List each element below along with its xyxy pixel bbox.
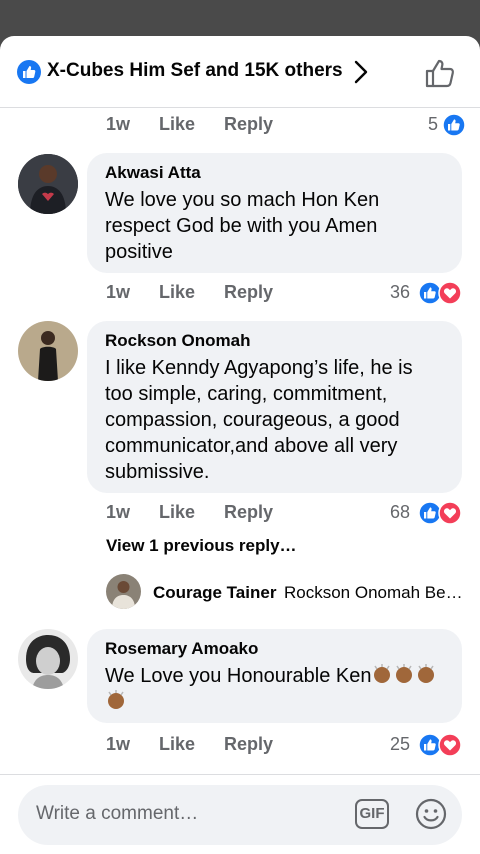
comment-bubble: Rockson Onomah I like Kenndy Agyapong’s …: [87, 321, 462, 493]
reaction-count[interactable]: 68: [390, 502, 410, 523]
reaction-count[interactable]: 25: [390, 734, 410, 755]
like-button[interactable]: Like: [159, 734, 195, 755]
comment-bubble: Akwasi Atta We love you so mach Hon Ken …: [87, 153, 462, 273]
comment-actions: 1w Like Reply 25: [106, 733, 466, 758]
chevron-right-icon[interactable]: [352, 58, 370, 86]
clapping-hands-emoji: [396, 664, 413, 683]
reply-button[interactable]: Reply: [224, 282, 273, 303]
love-reaction-icon: [438, 501, 462, 525]
gif-button[interactable]: GIF: [355, 799, 389, 829]
reply-text: Rockson Onomah Be…: [284, 583, 463, 602]
like-badge-icon: [17, 60, 41, 84]
avatar-image: [18, 629, 78, 689]
comment-time: 1w: [106, 282, 131, 302]
commenter-name[interactable]: Akwasi Atta: [105, 163, 444, 183]
avatar-image: [106, 574, 141, 609]
comments-sheet: X-Cubes Him Sef and 15K others 1w Like R…: [0, 36, 480, 854]
reactions-summary[interactable]: X-Cubes Him Sef and 15K others: [47, 60, 343, 82]
reply-button[interactable]: Reply: [224, 502, 273, 523]
avatar[interactable]: [106, 574, 141, 609]
comment-input[interactable]: Write a comment… GIF: [18, 785, 462, 845]
comment-bubble: Rosemary Amoako We Love you Honourable K…: [87, 629, 462, 723]
clapping-hands-emoji: [418, 664, 435, 683]
clapping-hands-emoji: [108, 690, 124, 709]
avatar-image: [18, 321, 78, 381]
avatar-image: [18, 154, 78, 214]
comment-input-placeholder[interactable]: Write a comment…: [36, 803, 198, 825]
comment-text: I like Kenndy Agyapong’s life, he is too…: [105, 357, 413, 483]
comment-time: 1w: [106, 114, 131, 134]
reply-author-name[interactable]: Courage Tainer: [153, 583, 276, 603]
reaction-count[interactable]: 5: [428, 114, 438, 135]
love-reaction-icon: [438, 281, 462, 305]
comment-text: We love you so mach Hon Ken respect God …: [105, 189, 380, 263]
reply-button[interactable]: Reply: [224, 734, 273, 755]
thumbs-up-outline-icon[interactable]: [423, 56, 457, 90]
comment-text-line: We Love you Honourable Ken: [105, 663, 444, 715]
comment-text: We Love you Honourable Ken: [105, 665, 372, 687]
clapping-hands-emoji: [374, 664, 391, 683]
avatar[interactable]: [18, 321, 78, 381]
comment-time: 1w: [106, 502, 131, 522]
like-button[interactable]: Like: [159, 114, 195, 135]
comment-composer-bar: Write a comment… GIF: [0, 774, 480, 854]
avatar[interactable]: [18, 154, 78, 214]
view-previous-replies-link[interactable]: View 1 previous reply…: [106, 536, 297, 556]
like-button[interactable]: Like: [159, 282, 195, 303]
reaction-count[interactable]: 36: [390, 282, 410, 303]
commenter-name[interactable]: Rockson Onomah: [105, 331, 444, 351]
reply-preview[interactable]: Courage Tainer Rockson Onomah Be…: [106, 574, 466, 610]
reactions-header[interactable]: X-Cubes Him Sef and 15K others: [0, 36, 480, 108]
like-button[interactable]: Like: [159, 502, 195, 523]
comment-actions: 1w Like Reply 68: [106, 501, 466, 526]
comment-actions: 1w Like Reply 5: [106, 113, 466, 138]
reply-button[interactable]: Reply: [224, 114, 273, 135]
like-reaction-icon: [442, 113, 466, 137]
smiley-icon[interactable]: [415, 798, 447, 830]
love-reaction-icon: [438, 733, 462, 757]
commenter-name[interactable]: Rosemary Amoako: [105, 639, 444, 659]
comment-time: 1w: [106, 734, 131, 754]
avatar[interactable]: [18, 629, 78, 689]
comment-actions: 1w Like Reply 36: [106, 281, 466, 306]
